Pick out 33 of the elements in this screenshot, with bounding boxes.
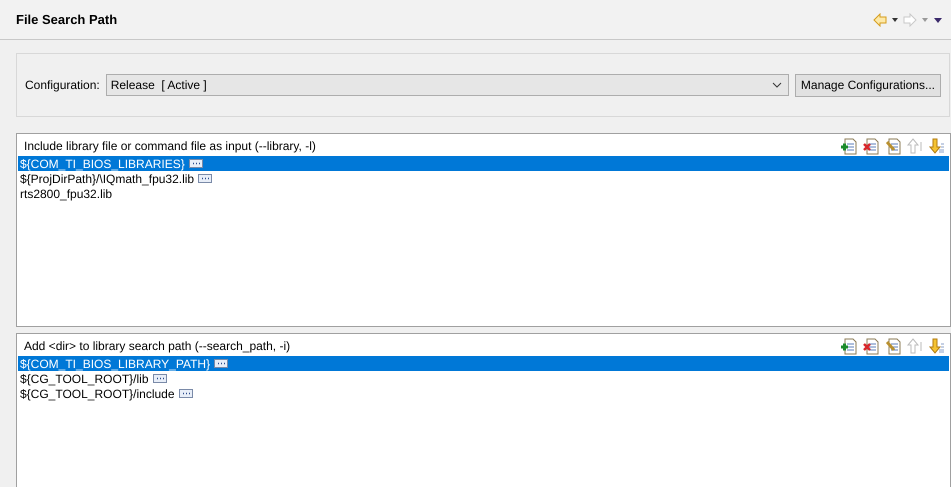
page-title: File Search Path: [16, 12, 118, 27]
list-item[interactable]: rts2800_fpu32.lib: [18, 186, 949, 201]
ellipsis-icon[interactable]: [214, 359, 228, 368]
list-item[interactable]: ${COM_TI_BIOS_LIBRARIES}: [18, 156, 949, 171]
delete-icon[interactable]: [863, 338, 879, 354]
list-item-text: ${ProjDirPath}/\IQmath_fpu32.lib: [20, 172, 194, 186]
list-item-text: ${CG_TOOL_ROOT}/include: [20, 386, 175, 400]
list-item[interactable]: ${CG_TOOL_ROOT}/include: [18, 386, 949, 401]
list-item[interactable]: ${CG_TOOL_ROOT}/lib: [18, 371, 949, 386]
list-item-text: rts2800_fpu32.lib: [20, 186, 112, 200]
list-item-text: ${COM_TI_BIOS_LIBRARY_PATH}: [20, 356, 210, 370]
list-item-text: ${COM_TI_BIOS_LIBRARIES}: [20, 156, 185, 170]
configuration-label: Configuration:: [25, 78, 100, 92]
list-item[interactable]: ${ProjDirPath}/\IQmath_fpu32.lib: [18, 171, 949, 186]
list-item-text: ${CG_TOOL_ROOT}/lib: [20, 372, 148, 386]
add-icon[interactable]: [841, 138, 857, 154]
delete-icon[interactable]: [863, 138, 879, 154]
edit-icon[interactable]: [885, 338, 901, 354]
panel-title: Add <dir> to library search path (--search_path, -i): [24, 339, 290, 353]
ellipsis-icon[interactable]: [152, 374, 166, 383]
down-arrow-icon[interactable]: [929, 138, 945, 154]
back-icon[interactable]: [873, 12, 899, 26]
add-icon[interactable]: [841, 338, 857, 354]
manage-configurations-button[interactable]: Manage Configurations...: [794, 74, 941, 96]
chevron-down-icon: [772, 82, 782, 88]
ellipsis-icon[interactable]: [178, 389, 193, 398]
ellipsis-icon[interactable]: [188, 159, 203, 168]
ellipsis-icon[interactable]: [198, 174, 212, 183]
configuration-dropdown[interactable]: Release [ Active ]: [106, 74, 789, 96]
edit-icon[interactable]: [885, 138, 901, 154]
panel-title: Include library file or command file as input (--library, -l): [24, 139, 316, 153]
down-arrow-icon[interactable]: [929, 338, 945, 354]
list-item[interactable]: ${COM_TI_BIOS_LIBRARY_PATH}: [18, 356, 949, 371]
